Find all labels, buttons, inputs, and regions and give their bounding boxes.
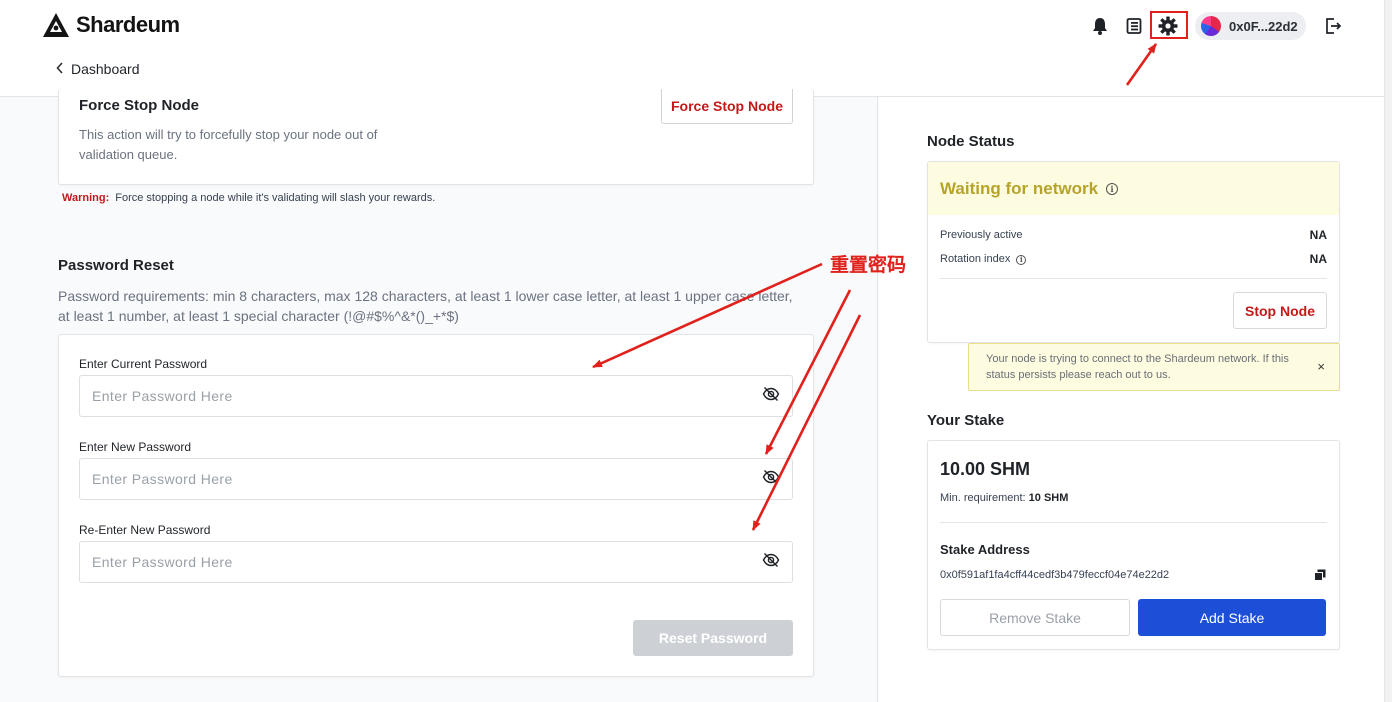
- force-stop-warning: Warning: Force stopping a node while it's…: [62, 192, 435, 204]
- stop-node-button[interactable]: Stop Node: [1233, 292, 1327, 329]
- min-requirement-value: 10 SHM: [1028, 492, 1069, 504]
- add-stake-button[interactable]: Add Stake: [1138, 599, 1326, 636]
- stake-amount: 10.00 SHM: [940, 459, 1031, 479]
- annotation-label: 重置密码: [830, 254, 907, 276]
- new-password-field: [79, 458, 793, 500]
- eye-off-icon[interactable]: [762, 385, 780, 403]
- wallet-avatar: [1201, 16, 1221, 36]
- current-password-field: [79, 375, 793, 417]
- new-password-label: Enter New Password: [79, 440, 192, 454]
- connection-alert: Your node is trying to connect to the Sh…: [968, 343, 1340, 391]
- docs-button[interactable]: [1122, 14, 1146, 38]
- settings-main-panel: Force Stop Node This action will try to …: [0, 89, 878, 702]
- logout-button[interactable]: [1321, 14, 1345, 38]
- reenter-password-input[interactable]: [80, 542, 792, 582]
- rotation-index-value: NA: [1309, 252, 1327, 266]
- previously-active-label: Previously active: [940, 229, 1023, 241]
- node-status-title: Node Status: [927, 133, 1015, 150]
- rotation-index-row: Rotation index i NA: [940, 252, 1327, 266]
- logout-icon: [1326, 18, 1342, 34]
- stake-address-label: Stake Address: [940, 542, 1030, 557]
- close-icon[interactable]: ×: [1317, 359, 1325, 375]
- min-requirement-label: Min. requirement:: [940, 492, 1026, 504]
- reset-password-button[interactable]: Reset Password: [633, 620, 793, 656]
- new-password-input[interactable]: [80, 459, 792, 499]
- shardeum-logo-icon: [43, 13, 69, 37]
- divider: [940, 522, 1327, 523]
- chevron-left-icon: [56, 61, 64, 77]
- brand-name: Shardeum: [76, 12, 180, 37]
- stake-address-value: 0x0f591af1fa4cff44cedf3b479feccf04e74e22…: [940, 569, 1170, 581]
- warning-label: Warning:: [62, 192, 110, 204]
- back-to-dashboard-link[interactable]: Dashboard: [56, 61, 140, 77]
- node-status-header: Waiting for network i: [928, 162, 1339, 215]
- force-stop-description: This action will try to forcefully stop …: [79, 127, 378, 162]
- rotation-index-label-group: Rotation index i: [940, 253, 1027, 265]
- eye-off-icon[interactable]: [762, 468, 780, 486]
- back-label: Dashboard: [71, 61, 140, 77]
- stake-min-requirement: Min. requirement: 10 SHM: [940, 492, 1068, 504]
- force-stop-title: Force Stop Node: [79, 97, 200, 114]
- divider: [940, 278, 1327, 279]
- previously-active-row: Previously active NA: [940, 228, 1327, 242]
- bell-icon: [1093, 18, 1107, 35]
- gear-icon: [1158, 16, 1178, 36]
- stake-card: 10.00 SHM Min. requirement: 10 SHM Stake…: [927, 440, 1340, 650]
- rotation-index-label: Rotation index: [940, 253, 1011, 265]
- current-password-label: Enter Current Password: [79, 357, 208, 371]
- reenter-password-label: Re-Enter New Password: [79, 523, 211, 537]
- warning-text: Force stopping a node while it's validat…: [115, 192, 436, 204]
- status-side-panel: Node Status Waiting for network i Previo…: [879, 97, 1384, 702]
- password-reset-card: Enter Current Password Enter New Passwor…: [58, 334, 814, 677]
- force-stop-node-button[interactable]: Force Stop Node: [661, 89, 793, 124]
- wallet-account-button[interactable]: 0x0F...22d2: [1195, 12, 1306, 40]
- node-status-card: Waiting for network i Previously active …: [927, 161, 1340, 343]
- wallet-address: 0x0F...22d2: [1229, 18, 1298, 34]
- top-header: Shardeum Dashboard 0x0F...22d2: [0, 0, 1384, 97]
- current-password-input[interactable]: [80, 376, 792, 416]
- eye-off-icon[interactable]: [762, 551, 780, 569]
- force-stop-card: Force Stop Node This action will try to …: [58, 89, 814, 185]
- password-requirements: Password requirements: min 8 characters,…: [58, 288, 793, 324]
- brand-logo[interactable]: Shardeum: [42, 12, 180, 38]
- book-icon: [1126, 18, 1142, 34]
- copy-icon[interactable]: [1314, 569, 1326, 581]
- previously-active-value: NA: [1309, 228, 1327, 242]
- reenter-password-field: [79, 541, 793, 583]
- connection-alert-text: Your node is trying to connect to the Sh…: [986, 353, 1289, 381]
- info-icon[interactable]: i: [1016, 254, 1027, 265]
- node-status-value: Waiting for network: [940, 178, 1099, 198]
- password-reset-title: Password Reset: [58, 257, 174, 274]
- page-scrollbar[interactable]: [1384, 0, 1392, 702]
- notifications-button[interactable]: [1088, 14, 1112, 38]
- remove-stake-button[interactable]: Remove Stake: [940, 599, 1130, 636]
- settings-button[interactable]: [1156, 14, 1180, 38]
- your-stake-title: Your Stake: [927, 412, 1005, 429]
- info-icon[interactable]: i: [1106, 182, 1119, 195]
